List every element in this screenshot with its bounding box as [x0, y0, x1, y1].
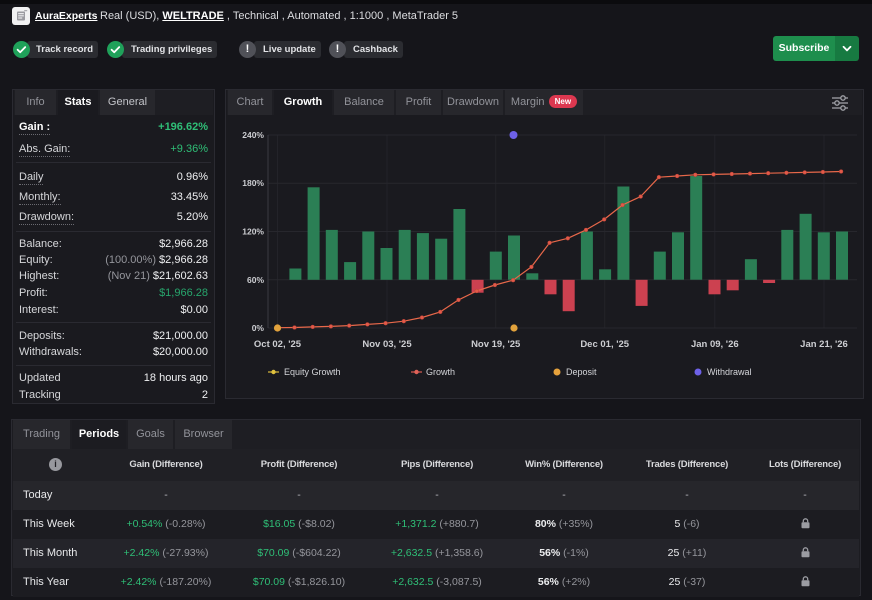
- svg-text:Oct 02, '25: Oct 02, '25: [254, 339, 302, 350]
- svg-text:Deposit: Deposit: [566, 367, 597, 377]
- svg-text:0%: 0%: [252, 323, 265, 333]
- svg-text:Nov 19, '25: Nov 19, '25: [471, 339, 521, 350]
- svg-text:Dec 01, '25: Dec 01, '25: [580, 339, 629, 350]
- svg-text:Growth: Growth: [426, 367, 455, 377]
- svg-text:Jan 09, '26: Jan 09, '26: [691, 339, 739, 350]
- svg-text:Equity Growth: Equity Growth: [284, 367, 341, 377]
- svg-text:180%: 180%: [242, 178, 264, 188]
- svg-text:Jan 21, '26: Jan 21, '26: [800, 339, 848, 350]
- svg-text:Withdrawal: Withdrawal: [707, 367, 752, 377]
- svg-text:240%: 240%: [242, 130, 264, 140]
- svg-text:60%: 60%: [247, 275, 264, 285]
- svg-text:Nov 03, '25: Nov 03, '25: [362, 339, 412, 350]
- svg-text:120%: 120%: [242, 227, 264, 237]
